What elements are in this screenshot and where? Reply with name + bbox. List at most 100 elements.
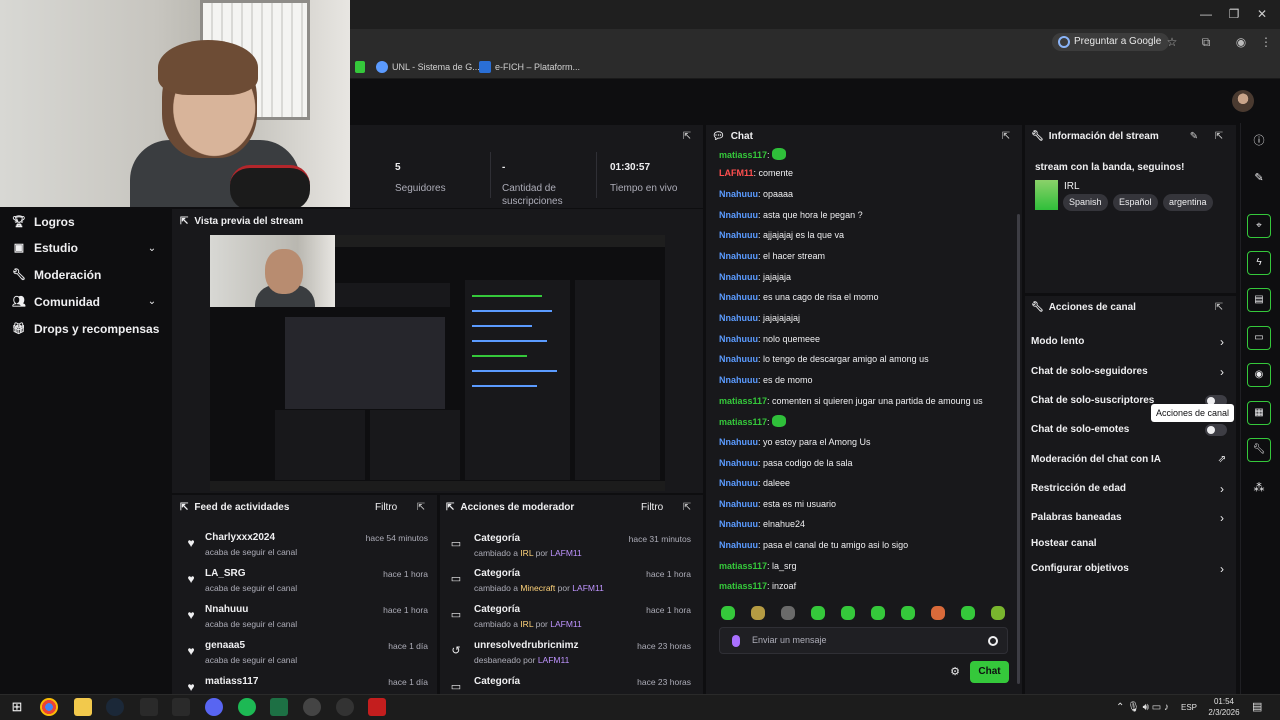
broadcast-icon[interactable]: ◉ <box>1247 363 1271 387</box>
focus-icon[interactable]: ⌖ <box>1247 214 1271 238</box>
emote-4[interactable] <box>811 606 825 620</box>
notification-icon[interactable]: ▤ <box>1252 700 1262 713</box>
language-indicator[interactable]: ESP <box>1181 703 1197 712</box>
chrome-icon[interactable] <box>40 698 58 716</box>
chat-username[interactable]: matiass117 <box>719 150 767 160</box>
emoji-icon[interactable] <box>988 636 998 646</box>
action-subs-only[interactable]: Chat de solo-suscriptores <box>1031 395 1154 406</box>
windows-start-icon[interactable]: ⊞ <box>8 698 26 716</box>
minimize-icon[interactable]: — <box>1196 6 1216 22</box>
sidebar-item-moderacion[interactable]: 🔧︎ Moderación <box>12 266 101 284</box>
chat-username[interactable]: Nnahuuu <box>719 251 758 261</box>
sidebar-item-estudio[interactable]: ▣ Estudio <box>12 239 78 257</box>
popout-icon[interactable]: ⇱ <box>1213 131 1225 143</box>
emote-7[interactable] <box>901 606 915 620</box>
gear-icon[interactable]: ⚙ <box>949 666 961 678</box>
action-banned-words[interactable]: Palabras baneadas <box>1031 512 1122 523</box>
chat-username[interactable]: LAFM11 <box>719 168 754 178</box>
emote-10[interactable] <box>991 606 1005 620</box>
ask-google-button[interactable]: Preguntar a Google <box>1052 33 1170 51</box>
chat-username[interactable]: Nnahuuu <box>719 334 758 344</box>
maximize-icon[interactable]: ❐ <box>1224 6 1244 22</box>
folder-icon[interactable] <box>74 698 92 716</box>
feed-filter-button[interactable]: Filtro <box>375 501 397 515</box>
clock-time[interactable]: 01:54 <box>1204 697 1244 706</box>
chat-username[interactable]: Nnahuuu <box>719 230 758 240</box>
action-ai-moderation[interactable]: Moderación del chat con IA <box>1031 454 1161 465</box>
spotify-icon[interactable] <box>238 698 256 716</box>
chat-username[interactable]: Nnahuuu <box>719 210 758 220</box>
bookmark-kick[interactable] <box>355 60 367 74</box>
emotes-only-toggle[interactable] <box>1205 424 1227 436</box>
tag-argentina[interactable]: argentina <box>1163 194 1213 211</box>
close-icon[interactable]: ✕ <box>1252 6 1272 22</box>
emote-2[interactable] <box>751 606 765 620</box>
profile-icon[interactable]: ◉ <box>1233 34 1249 50</box>
chat-username[interactable]: Nnahuuu <box>719 499 758 509</box>
document-icon[interactable]: ▤ <box>1247 288 1271 312</box>
chat-username[interactable]: Nnahuuu <box>719 437 758 447</box>
bookmark-unl[interactable]: UNL - Sistema de G... <box>376 60 480 74</box>
among-us-icon[interactable] <box>368 698 386 716</box>
chat-username[interactable]: matiass117 <box>719 417 767 427</box>
tag-espanol[interactable]: Español <box>1113 194 1158 211</box>
chat-icon[interactable]: ▭ <box>1247 326 1271 350</box>
channel-actions-icon[interactable]: ▦ <box>1247 401 1271 425</box>
obs-icon[interactable] <box>303 698 321 716</box>
clock-date[interactable]: 2/3/2026 <box>1204 708 1244 717</box>
action-goals[interactable]: Configurar objetivos <box>1031 563 1129 574</box>
emote-3[interactable] <box>781 606 795 620</box>
chat-scrollbar[interactable] <box>1017 214 1020 684</box>
chevron-right-icon[interactable]: › <box>1217 336 1227 348</box>
action-slow-mode[interactable]: Modo lento <box>1031 336 1084 347</box>
popout-icon[interactable]: ⇱ <box>1213 302 1225 314</box>
chat-username[interactable]: Nnahuuu <box>719 189 758 199</box>
steam-icon[interactable] <box>106 698 124 716</box>
chevron-right-icon[interactable]: › <box>1217 512 1227 524</box>
avatar[interactable] <box>1232 90 1254 112</box>
app-icon[interactable] <box>336 698 354 716</box>
chat-username[interactable]: Nnahuuu <box>719 519 758 529</box>
app-icon[interactable] <box>172 698 190 716</box>
edit-icon[interactable]: ✎ <box>1188 131 1200 143</box>
sidebar-item-comunidad[interactable]: 👥︎ Comunidad <box>12 293 100 311</box>
emote-9[interactable] <box>961 606 975 620</box>
action-host-channel[interactable]: Hostear canal <box>1031 538 1097 549</box>
emote-1[interactable] <box>721 606 735 620</box>
bookmark-star-icon[interactable]: ☆ <box>1164 34 1180 50</box>
chat-input[interactable]: Enviar un mensaje <box>719 627 1008 654</box>
action-emotes-only[interactable]: Chat de solo-emotes <box>1031 424 1129 435</box>
chat-username[interactable]: Nnahuuu <box>719 354 758 364</box>
tray-icons[interactable]: ⌃ 🎙︎ 🔊︎ ▭ ♪ <box>1116 702 1169 713</box>
chat-username[interactable]: Nnahuuu <box>719 540 758 550</box>
discord-icon[interactable] <box>205 698 223 716</box>
send-chat-button[interactable]: Chat <box>970 661 1009 683</box>
external-link-icon[interactable]: ⇗ <box>1217 454 1227 466</box>
chat-username[interactable]: matiass117 <box>719 396 767 406</box>
popout-icon[interactable]: ⇱ <box>681 502 693 514</box>
chevron-right-icon[interactable]: › <box>1217 563 1227 575</box>
app-icon[interactable] <box>140 698 158 716</box>
edit-icon[interactable]: ✎ <box>1251 170 1267 186</box>
emote-5[interactable] <box>841 606 855 620</box>
sidebar-item-drops[interactable]: 🎁︎ Drops y recompensas <box>12 320 159 338</box>
chat-username[interactable]: Nnahuuu <box>719 272 758 282</box>
menu-icon[interactable]: ⋮ <box>1258 34 1274 50</box>
extensions-icon[interactable]: ⧉ <box>1198 34 1214 50</box>
chat-username[interactable]: Nnahuuu <box>719 458 758 468</box>
stream-preview-video[interactable] <box>210 235 665 491</box>
sidebar-item-logros[interactable]: 🏆︎ Logros <box>12 213 75 231</box>
mod-filter-button[interactable]: Filtro <box>641 501 663 515</box>
action-followers-only[interactable]: Chat de solo-seguidores <box>1031 366 1148 377</box>
excel-icon[interactable] <box>270 698 288 716</box>
chevron-down-icon[interactable]: ⌄ <box>146 296 158 308</box>
chevron-down-icon[interactable]: ⌄ <box>146 243 158 255</box>
dots-icon[interactable]: ⁂ <box>1251 480 1267 496</box>
chat-username[interactable]: Nnahuuu <box>719 292 758 302</box>
chat-username[interactable]: Nnahuuu <box>719 313 758 323</box>
emote-8[interactable] <box>931 606 945 620</box>
action-age-restriction[interactable]: Restricción de edad <box>1031 483 1126 494</box>
tag-spanish[interactable]: Spanish <box>1063 194 1108 211</box>
chat-username[interactable]: Nnahuuu <box>719 478 758 488</box>
info-icon[interactable]: ⓘ <box>1251 133 1267 149</box>
